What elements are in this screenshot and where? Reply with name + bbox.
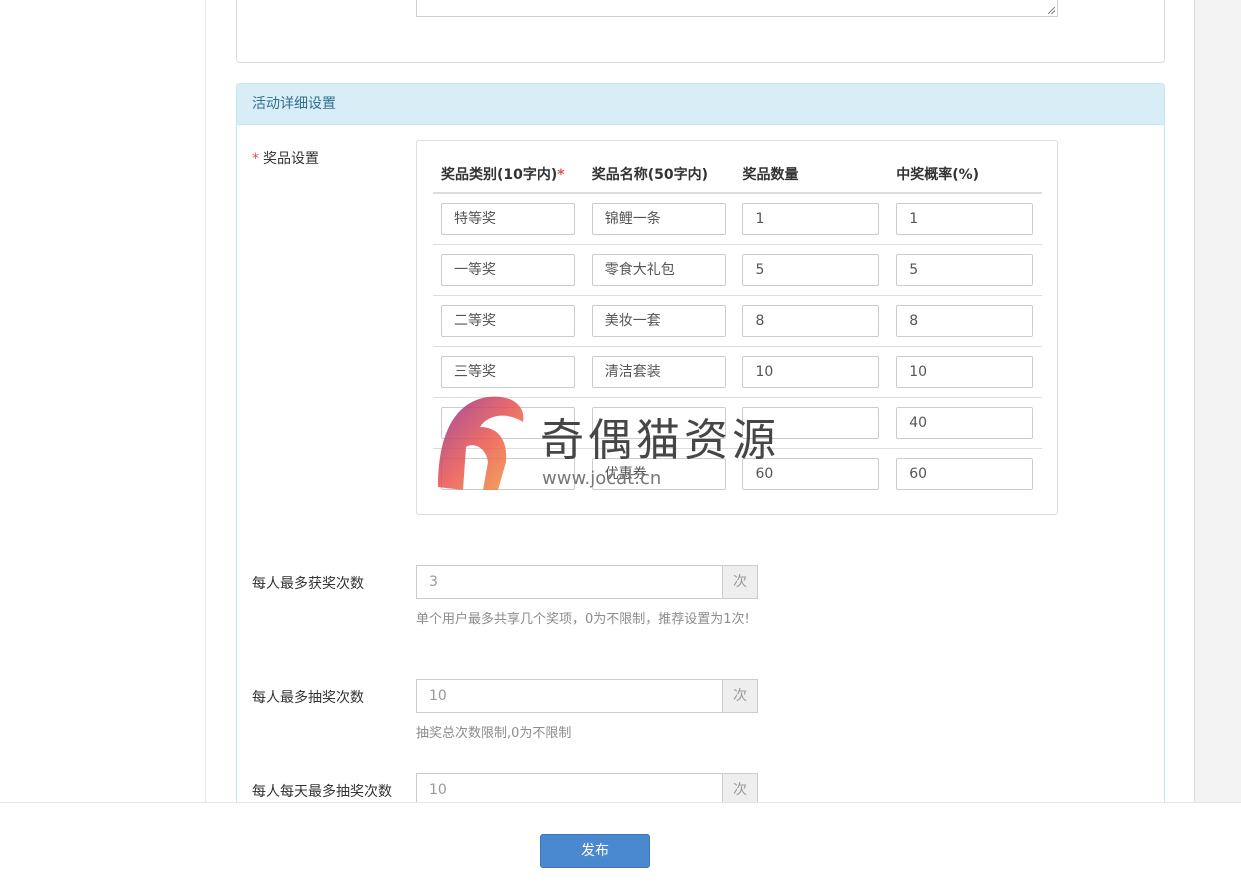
max-wins-input[interactable]: 3 bbox=[416, 565, 722, 599]
prize-name-input[interactable]: 锦鲤一条 bbox=[591, 203, 726, 235]
col-probability: 中奖概率(%) bbox=[888, 156, 1042, 194]
max-draws-unit: 次 bbox=[722, 679, 758, 713]
max-draws-group: 10 次 bbox=[416, 679, 758, 713]
watermark-logo-icon bbox=[438, 396, 524, 490]
prize-quantity-input[interactable]: 1 bbox=[742, 203, 880, 235]
right-scroll-rail bbox=[1194, 0, 1241, 886]
max-draws-help: 抽奖总次数限制,0为不限制 bbox=[416, 726, 572, 741]
prize-settings-label: * 奖品设置 bbox=[252, 151, 319, 167]
prize-probability-input[interactable]: 40 bbox=[896, 407, 1034, 439]
publish-button[interactable]: 发布 bbox=[540, 834, 650, 868]
prize-table-header: 奖品类别(10字内)* 奖品名称(50字内) 奖品数量 中奖概率(%) bbox=[433, 156, 1042, 194]
required-mark: * bbox=[252, 151, 259, 167]
left-margin bbox=[0, 0, 205, 886]
prize-category-input[interactable]: 特等奖 bbox=[441, 203, 575, 235]
col-name: 奖品名称(50字内) bbox=[583, 156, 735, 194]
max-draws-input[interactable]: 10 bbox=[416, 679, 722, 713]
prize-name-input[interactable]: 美妆一套 bbox=[591, 305, 726, 337]
max-daily-draws-label: 每人每天最多抽奖次数 bbox=[252, 784, 392, 800]
max-wins-unit: 次 bbox=[722, 565, 758, 599]
resize-grip-icon[interactable] bbox=[1048, 7, 1055, 14]
prize-probability-input[interactable]: 8 bbox=[896, 305, 1034, 337]
prize-name-input[interactable]: 零食大礼包 bbox=[591, 254, 726, 286]
prize-name-input[interactable]: 清洁套装 bbox=[591, 356, 726, 388]
watermark-text: 奇偶猫资源 bbox=[540, 415, 780, 466]
table-row: 二等奖 美妆一套 8 8 bbox=[433, 295, 1042, 347]
max-wins-label: 每人最多获奖次数 bbox=[252, 576, 364, 592]
table-row: 三等奖 清洁套装 10 10 bbox=[433, 346, 1042, 398]
description-textarea[interactable] bbox=[416, 0, 1058, 17]
prize-probability-input[interactable]: 60 bbox=[896, 458, 1034, 490]
max-wins-help: 单个用户最多共享几个奖项，0为不限制，推荐设置为1次! bbox=[416, 612, 750, 627]
prize-quantity-input[interactable]: 8 bbox=[742, 305, 880, 337]
prize-probability-input[interactable]: 10 bbox=[896, 356, 1034, 388]
bottom-action-bar: 发布 bbox=[0, 802, 1241, 887]
col-quantity: 奖品数量 bbox=[734, 156, 889, 194]
col-category: 奖品类别(10字内)* bbox=[433, 156, 584, 194]
max-draws-label: 每人最多抽奖次数 bbox=[252, 690, 364, 706]
table-row: 一等奖 零食大礼包 5 5 bbox=[433, 244, 1042, 296]
prize-quantity-input[interactable]: 10 bbox=[742, 356, 880, 388]
prize-probability-input[interactable]: 1 bbox=[896, 203, 1034, 235]
prize-category-input[interactable]: 二等奖 bbox=[441, 305, 575, 337]
max-wins-group: 3 次 bbox=[416, 565, 758, 599]
prize-category-input[interactable]: 三等奖 bbox=[441, 356, 575, 388]
watermark: 奇偶猫资源 www.jocat.cn bbox=[428, 392, 828, 492]
panel-heading: 活动详细设置 bbox=[237, 84, 1164, 125]
prize-probability-input[interactable]: 5 bbox=[896, 254, 1034, 286]
prize-quantity-input[interactable]: 5 bbox=[742, 254, 880, 286]
watermark-url: www.jocat.cn bbox=[542, 468, 662, 489]
table-row: 特等奖 锦鲤一条 1 1 bbox=[433, 193, 1042, 245]
prize-category-input[interactable]: 一等奖 bbox=[441, 254, 575, 286]
